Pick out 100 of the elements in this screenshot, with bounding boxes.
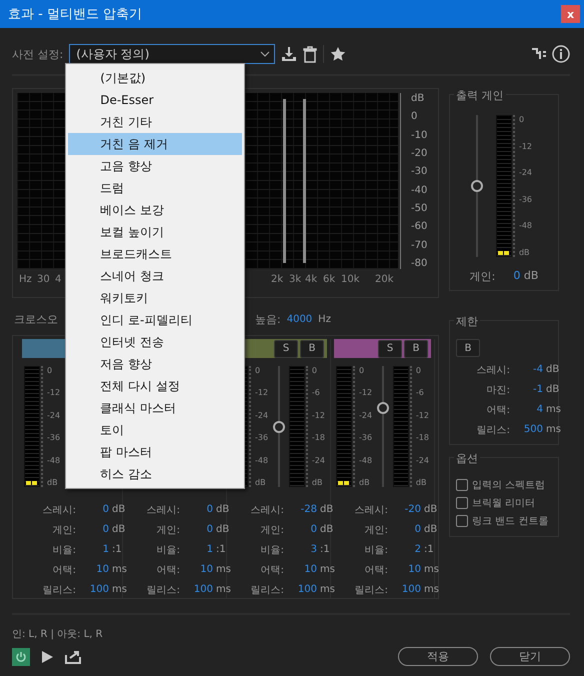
stat-value[interactable]: -20 [391,504,421,515]
menu-item[interactable]: 클래식 마스터 [68,397,242,419]
stat-value[interactable]: 100 [391,584,421,595]
menu-item[interactable]: 거친 기타 [68,111,242,133]
stat-label: 게인: [156,524,180,536]
scale-label: -12 [359,388,372,398]
preset-dropdown[interactable]: (사용자 정의) [69,44,276,64]
star-icon[interactable] [330,46,346,62]
stat-label: 어택: [156,564,180,576]
frequency-label: Hz [19,274,32,285]
menu-item[interactable]: 드럼 [68,177,242,199]
menu-item[interactable]: 토이 [68,419,242,441]
stat-value[interactable]: 0 [183,504,213,515]
close-button[interactable]: x [561,5,580,23]
scale-label: dB [359,478,371,487]
stat-label: 스레시: [146,504,180,516]
stat-value[interactable]: 0 [287,524,317,535]
band-toggle[interactable]: S [378,340,402,358]
slider-thumb[interactable] [272,420,284,432]
dialog-button[interactable]: 닫기 [490,647,570,666]
stat-label: 릴리스: [42,584,76,596]
menu-item[interactable]: 거친 음 제거 [68,133,242,155]
caret-icon [260,51,270,57]
dialog-button[interactable]: 적용 [398,647,478,666]
db-label: -30 [411,166,428,178]
stat-label: 어택: [260,564,284,576]
checkbox[interactable] [456,479,468,491]
menu-item[interactable]: 인디 로-피델리티 [68,309,242,331]
slider-thumb[interactable] [376,402,388,414]
stat-label: 릴리스: [146,584,180,596]
stat-value[interactable]: -4 [513,364,543,375]
stat-value[interactable]: 0 [391,524,421,535]
checkbox[interactable] [456,515,468,527]
stat-value[interactable]: 100 [183,584,213,595]
menu-item[interactable]: 팝 마스터 [68,441,242,463]
menu-item[interactable]: 고음 향상 [68,155,242,177]
stat-value[interactable]: 10 [79,564,109,575]
db-label: 0 [411,111,418,122]
menu-item[interactable]: 스네어 청크 [68,265,242,287]
menu-item[interactable]: 워키토키 [68,287,242,309]
menu-item[interactable]: 인터넷 전송 [68,331,242,353]
stat-value[interactable]: 10 [287,564,317,575]
stat-value[interactable]: 10 [391,564,421,575]
stat-value[interactable]: -28 [287,504,317,515]
limit-toggle[interactable]: B [456,339,480,357]
menu-item[interactable]: 전체 다시 설정 [68,375,242,397]
info-icon[interactable] [552,45,570,63]
menu-item[interactable]: De-Esser [68,89,242,111]
stat-value[interactable]: 2 [391,544,421,555]
stat-value[interactable]: 3 [287,544,317,555]
scale-label: 0 [312,366,318,375]
export-icon[interactable] [65,650,81,664]
stat-value[interactable]: 500 [513,424,543,435]
band-toggle[interactable]: S [274,340,298,358]
download-icon[interactable] [281,46,298,62]
branch-icon[interactable] [532,47,546,61]
stat-label: 어택: [364,564,388,576]
stat-value[interactable]: -1 [513,384,543,395]
frequency-label: 30 [37,274,50,285]
output-gain-title: 출력 게인 [454,88,506,103]
stat-value[interactable]: 1 [183,544,213,555]
menu-item[interactable]: 베이스 보강 [68,199,242,221]
stat-unit: :1 [112,544,122,555]
scale-label: -12 [416,410,429,420]
stat-label: 스레시: [250,504,284,516]
slider-thumb[interactable] [470,180,483,192]
stat-unit: ms [424,564,439,575]
checkbox[interactable] [456,497,468,509]
scale-label: -6 [416,388,425,398]
stat-unit: :1 [216,544,226,555]
menu-item[interactable]: 저음 향상 [68,353,242,375]
scale-label: 0 [359,366,366,375]
scale-label: -48 [359,456,372,465]
high-value[interactable]: 4000 [286,314,312,324]
stat-value[interactable]: 100 [287,584,317,595]
gain-value[interactable]: 0 [513,269,520,282]
stat-unit: ms [320,584,335,595]
play-icon[interactable] [42,650,53,662]
power-button[interactable] [12,648,30,666]
scale-label: -12 [47,388,60,398]
stat-value[interactable]: 0 [79,504,109,515]
stat-value[interactable]: 1 [79,544,109,555]
menu-item[interactable]: 히스 감소 [68,463,242,485]
menu-item[interactable]: 보컬 높이기 [68,221,242,243]
stat-value[interactable]: 10 [183,564,213,575]
stat-unit: dB [112,504,126,515]
stat-value[interactable]: 100 [79,584,109,595]
menu-item[interactable]: 브로드캐스트 [68,243,242,265]
stat-value[interactable]: 0 [79,524,109,535]
crossover-marker[interactable] [303,99,306,263]
trash-icon[interactable] [303,46,318,62]
scale-label: 0 [416,366,422,375]
menu-item[interactable]: (기본값) [68,67,242,89]
band-toggle[interactable]: B [300,340,324,358]
scale-label: -24 [416,456,429,465]
stat-unit: ms [112,584,127,595]
stat-value[interactable]: 0 [183,524,213,535]
band-toggle[interactable]: B [404,340,428,358]
crossover-marker[interactable] [283,99,286,263]
stat-value[interactable]: 4 [513,404,543,415]
